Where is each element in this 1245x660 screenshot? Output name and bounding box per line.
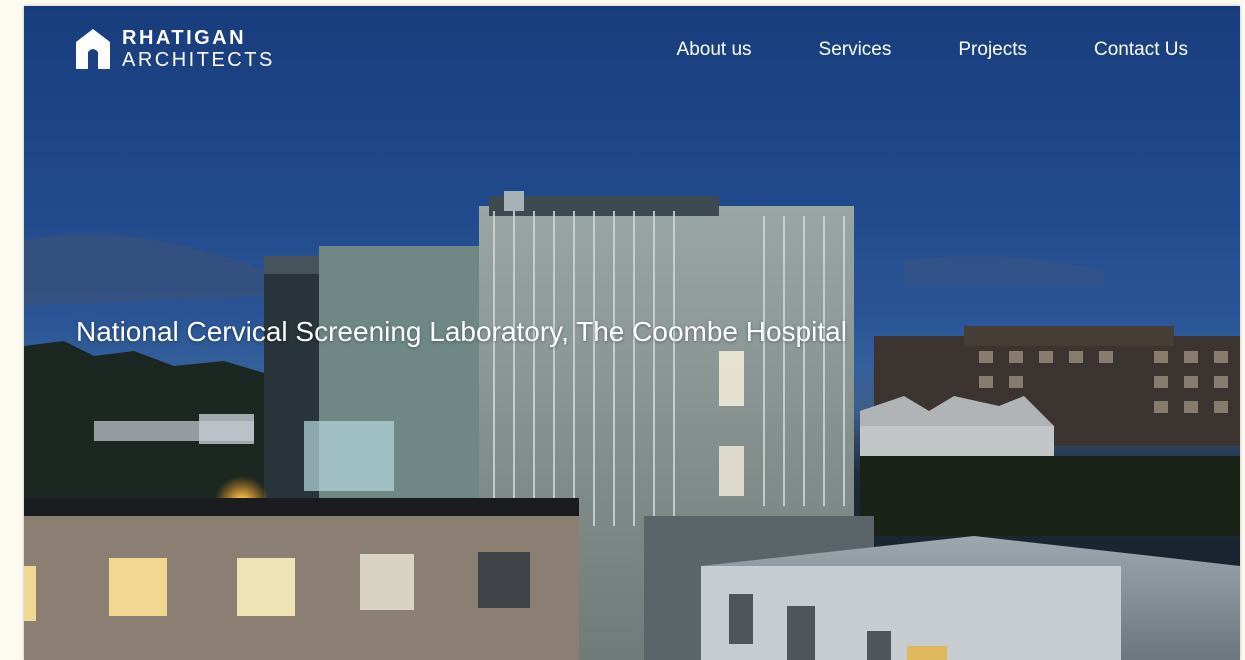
brand-name-line1: RHATIGAN [122, 27, 247, 49]
brand-name-line2: ARCHITECTS [122, 49, 275, 71]
hero-project-title[interactable]: National Cervical Screening Laboratory, … [76, 316, 847, 348]
hero-section: RHATIGAN ARCHITECTS About us Services Pr… [24, 6, 1240, 660]
brand-logo[interactable]: RHATIGAN ARCHITECTS [74, 28, 275, 70]
house-outline-logo-icon [76, 29, 110, 69]
nav-about-us[interactable]: About us [677, 39, 752, 61]
nav-contact-us[interactable]: Contact Us [1094, 39, 1188, 61]
brand-name: RHATIGAN ARCHITECTS [122, 28, 275, 70]
nav-services[interactable]: Services [819, 39, 892, 61]
nav-projects[interactable]: Projects [958, 39, 1027, 61]
main-navigation: About us Services Projects Contact Us [677, 39, 1188, 61]
